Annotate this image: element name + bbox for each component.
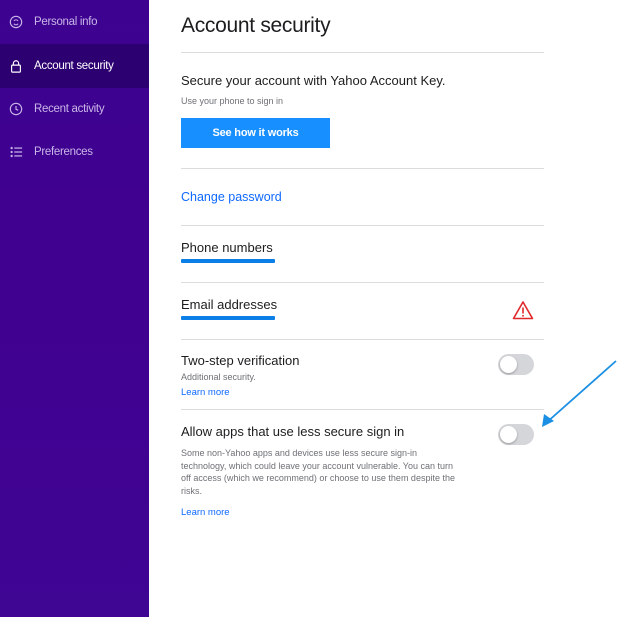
less-secure-heading: Allow apps that use less secure sign in (181, 424, 405, 439)
two-step-toggle[interactable] (498, 354, 534, 375)
sidebar-item-label: Recent activity (34, 103, 105, 115)
two-step-learn-more-link[interactable]: Learn more (181, 387, 230, 398)
divider (181, 409, 544, 410)
phone-numbers-heading[interactable]: Phone numbers (181, 240, 273, 255)
sidebar-item-account-security[interactable]: Account security (0, 44, 149, 88)
two-step-heading: Two-step verification (181, 353, 300, 368)
divider (181, 52, 544, 53)
sidebar-item-label: Personal info (34, 16, 98, 28)
toggle-knob (500, 356, 517, 373)
clock-icon (8, 101, 24, 117)
toggle-knob (500, 426, 517, 443)
see-how-it-works-button[interactable]: See how it works (181, 118, 330, 148)
email-addresses-heading[interactable]: Email addresses (181, 297, 277, 312)
lock-icon (8, 58, 24, 74)
divider (181, 225, 544, 226)
less-secure-description: Some non-Yahoo apps and devices use less… (181, 448, 455, 496)
less-secure-toggle[interactable] (498, 424, 534, 445)
divider (181, 339, 544, 340)
sidebar-item-label: Account security (34, 60, 114, 72)
sidebar-item-recent-activity[interactable]: Recent activity (0, 87, 149, 131)
sidebar-item-label: Preferences (34, 146, 93, 158)
sidebar-item-preferences[interactable]: Preferences (0, 130, 149, 174)
account-key-subtext: Use your phone to sign in (181, 96, 284, 106)
two-step-subtext: Additional security. (181, 372, 256, 382)
warning-triangle-icon (512, 301, 534, 320)
divider (181, 168, 544, 169)
page-title: Account security (181, 14, 331, 37)
redaction-mark (181, 316, 275, 320)
sidebar: Personal info Account security Recent ac… (0, 0, 149, 617)
divider (181, 282, 544, 283)
face-icon (8, 14, 24, 30)
less-secure-learn-more-link[interactable]: Learn more (181, 507, 230, 518)
sidebar-item-personal-info[interactable]: Personal info (0, 0, 149, 44)
redaction-mark (181, 259, 275, 263)
account-key-heading: Secure your account with Yahoo Account K… (181, 73, 446, 88)
list-icon (8, 144, 24, 160)
annotation-arrow-icon (542, 360, 617, 427)
change-password-link[interactable]: Change password (181, 190, 282, 204)
